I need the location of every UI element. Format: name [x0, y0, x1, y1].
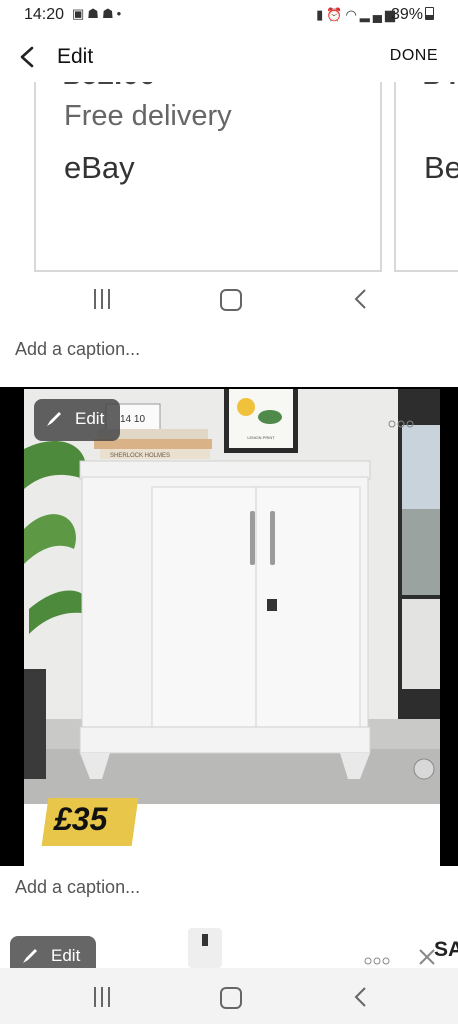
notification-icons: ▣☗☗• — [72, 6, 124, 22]
caption-input[interactable]: Add a caption... — [15, 877, 140, 898]
wifi-icon: ◠ — [345, 7, 360, 22]
attachment-screenshot-1[interactable]: £62.00 Free delivery eBay £4 Be — [0, 82, 458, 272]
home-icon — [220, 289, 242, 311]
price-label: £35 — [54, 801, 108, 837]
seller-name: Be — [424, 150, 458, 185]
edit-photo-button[interactable]: Edit — [34, 399, 120, 441]
snapchat-icon: ☗ — [87, 6, 102, 21]
status-time: 14:20 — [24, 6, 65, 23]
system-navigation-bar — [0, 968, 458, 1024]
top-app-bar: Edit DONE — [0, 32, 458, 83]
product-price: £62.00 — [64, 82, 156, 92]
recents-icon — [92, 289, 114, 309]
pencil-icon — [47, 412, 61, 426]
gallery-icon: ▣ — [72, 6, 88, 21]
product-thumbnail-detail — [202, 934, 208, 946]
system-icons: ▮⏰◠▂▄▆ — [316, 7, 398, 23]
snapchat-icon: ☗ — [101, 6, 117, 21]
captured-nav-bar — [0, 272, 458, 326]
done-button[interactable]: DONE — [390, 47, 438, 65]
more-options-icon[interactable] — [388, 419, 414, 429]
caption-input[interactable]: Add a caption... — [15, 339, 140, 360]
product-card: £4 Be — [394, 82, 458, 272]
dot-icon: • — [116, 6, 125, 21]
book-spine-text: SHERLOCK HOLMES — [110, 453, 170, 459]
print-caption: LEMON PRINT — [247, 435, 275, 440]
edit-label: Edit — [51, 946, 81, 965]
product-price: £4 — [424, 82, 457, 92]
back-icon — [354, 289, 366, 309]
partial-text: SA — [434, 938, 458, 961]
back-button[interactable] — [352, 986, 370, 1008]
pencil-icon — [23, 949, 37, 963]
edit-photo-button[interactable]: Edit — [10, 936, 96, 968]
battery-percent: 39% — [390, 6, 423, 23]
status-bar: 14:20 ▣☗☗• ▮⏰◠▂▄▆ 39% — [0, 0, 458, 32]
edit-label: Edit — [75, 409, 105, 428]
page-title: Edit — [57, 45, 94, 68]
alarm-icon: ⏰ — [326, 7, 346, 22]
cabinet-image: LEMON PRINT 14 10 SHERLOCK HOLMES — [24, 389, 440, 866]
home-button[interactable] — [220, 987, 242, 1009]
battery-indicator: 39% — [391, 6, 434, 24]
product-card: £62.00 Free delivery eBay — [34, 82, 382, 272]
seller-name: eBay — [64, 150, 135, 185]
clock-text: 14 10 — [120, 414, 145, 425]
sim-icon: ▮ — [316, 7, 327, 22]
delivery-text: Free delivery — [64, 100, 232, 132]
attachment-screenshot-3[interactable]: Edit SA — [0, 926, 458, 968]
recents-button[interactable] — [92, 987, 114, 1007]
attachment-photo[interactable]: LEMON PRINT 14 10 SHERLOCK HOLMES Edit — [0, 387, 458, 866]
product-photo: LEMON PRINT 14 10 SHERLOCK HOLMES Edit — [24, 389, 440, 866]
more-options-icon[interactable] — [364, 956, 390, 966]
battery-icon — [425, 7, 434, 20]
back-arrow-icon[interactable] — [14, 40, 44, 74]
